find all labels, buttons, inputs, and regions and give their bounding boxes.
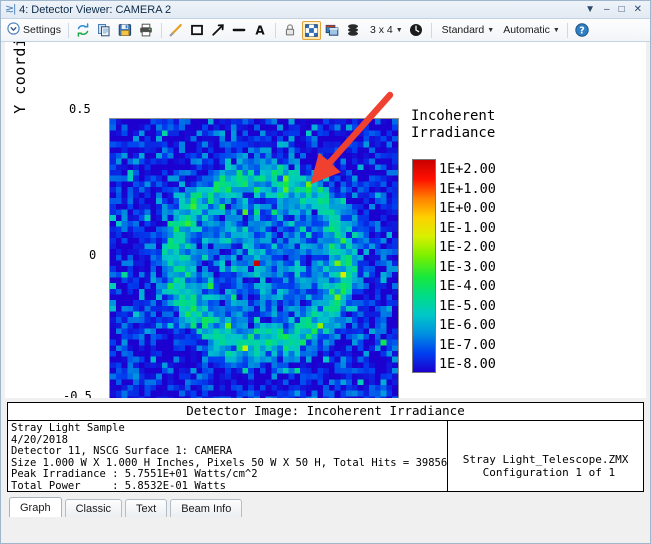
- tab-strip: Graph Classic Text Beam Info: [1, 495, 650, 517]
- detector-viewer-window: ≳| 4: Detector Viewer: CAMERA 2 ▼ – □ ✕ …: [0, 0, 651, 544]
- grid-layout-label: 3 x 4: [369, 24, 393, 36]
- plot-area: Y coordinate value 0.5 0 -0.5 -0.5 0 0.5…: [5, 42, 646, 398]
- minimize-button[interactable]: –: [604, 4, 610, 15]
- legend-title: Incoherent Irradiance: [411, 108, 496, 141]
- info-panel-header: Detector Image: Incoherent Irradiance: [8, 403, 643, 421]
- print-icon[interactable]: [137, 21, 156, 40]
- info-panel-file-block: Stray Light_Telescope.ZMX Configuration …: [448, 421, 643, 491]
- clone-window-icon[interactable]: [323, 21, 342, 40]
- fit-to-window-icon[interactable]: [301, 20, 321, 40]
- chevron-down-icon: ▼: [487, 26, 495, 34]
- save-icon[interactable]: [116, 21, 135, 40]
- help-icon[interactable]: ?: [573, 21, 592, 40]
- y-tick-top: 0.5: [69, 102, 91, 116]
- info-panel-text: Stray Light Sample 4/20/2018 Detector 11…: [8, 421, 449, 491]
- pencil-annotation-icon[interactable]: [167, 21, 186, 40]
- toolbar: Settings A 3 x 4 ▼ Standard ▼ Automatic …: [1, 19, 650, 42]
- settings-label: Settings: [23, 24, 61, 36]
- info-panel: Detector Image: Incoherent Irradiance St…: [7, 402, 644, 492]
- window-app-icon: ≳|: [5, 3, 16, 15]
- rectangle-annotation-icon[interactable]: [188, 21, 207, 40]
- toolbar-separator: [566, 22, 568, 38]
- info-panel-body: Stray Light Sample 4/20/2018 Detector 11…: [8, 421, 643, 491]
- y-tick-middle: 0: [89, 248, 97, 262]
- file-configuration-text: Stray Light_Telescope.ZMX Configuration …: [462, 453, 629, 479]
- settings-button[interactable]: Settings: [5, 21, 63, 40]
- window-controls: ▼ – □ ✕: [585, 4, 648, 15]
- toolbar-separator: [430, 22, 432, 38]
- dropdown-button[interactable]: ▼: [585, 4, 595, 15]
- line-annotation-icon[interactable]: [230, 21, 249, 40]
- grid-layout-dropdown[interactable]: 3 x 4 ▼: [365, 21, 405, 40]
- tab-text[interactable]: Text: [125, 499, 168, 517]
- detector-heatmap-canvas[interactable]: [110, 119, 398, 398]
- scale-dropdown-label: Automatic: [503, 24, 550, 36]
- detector-image[interactable]: [109, 118, 399, 398]
- toolbar-separator: [67, 22, 69, 38]
- colorbar: [412, 159, 436, 373]
- colorbar-labels: 1E+2.00 1E+1.00 1E+0.00 1E-1.00 1E-2.00 …: [439, 161, 496, 372]
- toolbar-separator: [160, 22, 162, 38]
- lock-icon[interactable]: [281, 21, 300, 40]
- svg-text:A: A: [256, 24, 266, 37]
- title-bar: ≳| 4: Detector Viewer: CAMERA 2 ▼ – □ ✕: [1, 1, 650, 19]
- y-axis-label: Y coordinate value: [11, 42, 29, 138]
- tab-beam-info[interactable]: Beam Info: [170, 499, 243, 517]
- style-dropdown-label: Standard: [441, 24, 485, 36]
- toolbar-separator: [274, 22, 276, 38]
- chevron-down-icon: ▼: [395, 26, 403, 34]
- refresh-icon[interactable]: [74, 21, 93, 40]
- window-title: 4: Detector Viewer: CAMERA 2: [19, 3, 172, 16]
- chevron-circle-down-icon: [7, 22, 20, 38]
- chevron-down-icon: ▼: [552, 26, 560, 34]
- arrow-annotation-icon[interactable]: [209, 21, 228, 40]
- y-tick-bottom: -0.5: [63, 389, 92, 398]
- maximize-button[interactable]: □: [619, 4, 625, 15]
- svg-text:?: ?: [580, 26, 586, 37]
- style-dropdown[interactable]: Standard ▼: [437, 21, 497, 40]
- stack-windows-icon[interactable]: [344, 21, 363, 40]
- tab-classic[interactable]: Classic: [64, 499, 123, 517]
- close-button[interactable]: ✕: [634, 4, 642, 15]
- copy-icon[interactable]: [95, 21, 114, 40]
- text-annotation-icon[interactable]: A: [251, 21, 270, 40]
- tab-graph[interactable]: Graph: [9, 497, 62, 517]
- clock-icon[interactable]: [407, 21, 426, 40]
- scale-dropdown[interactable]: Automatic ▼: [498, 21, 562, 40]
